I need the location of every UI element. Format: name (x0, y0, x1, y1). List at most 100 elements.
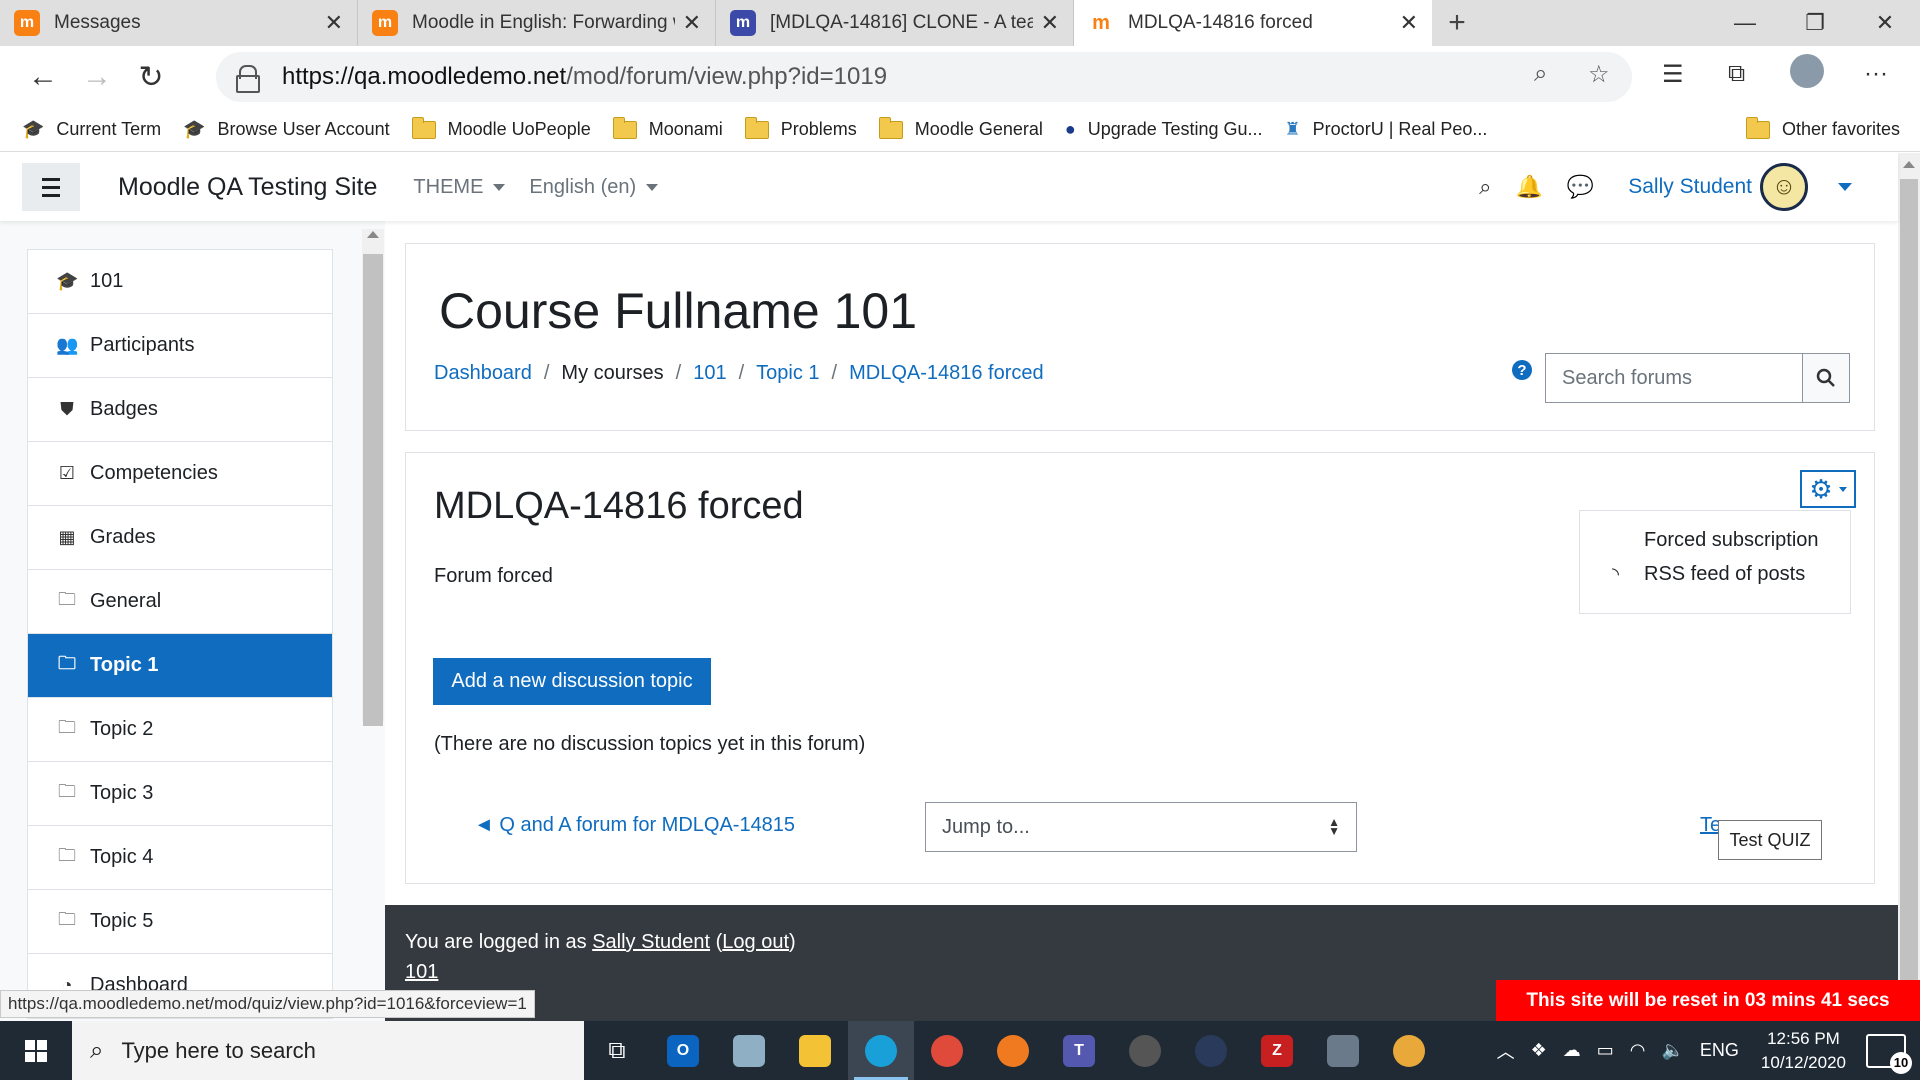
fav-moodle-general[interactable]: Moodle General (878, 116, 1043, 140)
notifications-icon[interactable]: 10 (1866, 1033, 1912, 1074)
bell-icon[interactable]: 🔔 (1515, 174, 1542, 200)
wifi-icon[interactable]: ◠ (1630, 1040, 1646, 1061)
fav-problems[interactable]: Problems (744, 116, 857, 140)
menu-rss-feed[interactable]: ◝ RSS feed of posts (1612, 563, 1805, 586)
minimize-icon[interactable]: — (1710, 0, 1780, 46)
drawer-item-grades[interactable]: ▦ Grades (28, 506, 332, 570)
taskbar-search[interactable]: ⌕ Type here to search (72, 1021, 584, 1080)
profile-avatar[interactable] (1790, 54, 1824, 88)
media-app-icon[interactable] (1112, 1021, 1178, 1080)
url-field[interactable]: https://qa.moodledemo.net/mod/forum/view… (216, 52, 1632, 102)
language-menu[interactable]: English (en) (529, 176, 659, 199)
close-window-icon[interactable]: ✕ (1850, 0, 1920, 46)
dropbox-icon[interactable]: ❖ (1531, 1040, 1547, 1061)
scroll-up-icon[interactable] (367, 231, 379, 238)
fav-other-favorites[interactable]: Other favorites (1745, 116, 1900, 140)
moodle-navbar: Moodle QA Testing Site THEME English (en… (0, 153, 1898, 221)
site-name[interactable]: Moodle QA Testing Site (118, 173, 377, 202)
battery-icon[interactable]: ▭ (1597, 1040, 1614, 1061)
outlook-icon[interactable]: O (650, 1021, 716, 1080)
tab-mdlqa-clone[interactable]: m [MDLQA-14816] CLONE - A teach ✕ (716, 0, 1074, 46)
fav-browse-user-account[interactable]: 🎓 Browse User Account (183, 119, 390, 140)
drawer-item-badges[interactable]: ⛊ Badges (28, 378, 332, 442)
restore-icon[interactable]: ❐ (1780, 0, 1850, 46)
breadcrumb-dashboard[interactable]: Dashboard (434, 362, 532, 385)
tab-moodle-in-english[interactable]: m Moodle in English: Forwarding w ✕ (358, 0, 716, 46)
paint-app-icon[interactable] (1376, 1021, 1442, 1080)
drawer-item-topic-2[interactable]: 🗀 Topic 2 (28, 698, 332, 762)
drawer-scrollbar[interactable] (362, 229, 384, 726)
jump-to-select[interactable]: Jump to... ▲ ▼ (925, 802, 1357, 852)
drawer-item-participants[interactable]: 👥 Participants (28, 314, 332, 378)
search-forums-button[interactable] (1802, 353, 1850, 403)
footer-course-link[interactable]: 101 (405, 961, 438, 983)
url-host: https://qa.moodledemo.net (282, 63, 567, 90)
fav-moonami[interactable]: Moonami (612, 116, 723, 140)
fav-proctoru[interactable]: ♜ ProctorU | Real Peo... (1285, 119, 1488, 140)
page-scrollbar[interactable] (1898, 153, 1920, 1021)
forum-actions-button[interactable]: ⚙ (1800, 470, 1856, 508)
scroll-up-icon[interactable] (1903, 161, 1915, 168)
language-indicator[interactable]: ENG (1700, 1040, 1739, 1061)
task-view-icon[interactable]: ⧉ (584, 1021, 650, 1080)
logout-link[interactable]: Log out (722, 931, 789, 953)
help-icon[interactable]: ? (1512, 360, 1532, 380)
scroll-thumb[interactable] (1900, 179, 1918, 981)
drawer-item-general[interactable]: 🗀 General (28, 570, 332, 634)
search-icon[interactable]: ⌕ (1479, 174, 1491, 200)
drawer-item-topic-3[interactable]: 🗀 Topic 3 (28, 762, 332, 826)
drawer-item-topic-1[interactable]: 🗀 Topic 1 (28, 634, 332, 698)
fav-upgrade-testing[interactable]: ● Upgrade Testing Gu... (1065, 119, 1263, 140)
close-tab-icon[interactable]: ✕ (683, 10, 701, 36)
chevron-up-icon[interactable]: ︿ (1497, 1038, 1515, 1064)
fav-current-term[interactable]: 🎓 Current Term (22, 119, 161, 140)
onedrive-icon[interactable]: ☁ (1563, 1040, 1581, 1061)
zoom-icon[interactable]: ⌕ (1534, 60, 1547, 88)
start-button[interactable] (0, 1021, 72, 1080)
drawer-item-competencies[interactable]: ☑ Competencies (28, 442, 332, 506)
new-tab-icon[interactable]: + (1432, 0, 1482, 46)
add-discussion-button[interactable]: Add a new discussion topic (433, 658, 711, 705)
volume-icon[interactable]: 🔈 (1661, 1040, 1683, 1061)
prev-activity-link[interactable]: ◄ Q and A forum for MDLQA-14815 (474, 814, 795, 837)
teams-icon[interactable]: T (1046, 1021, 1112, 1080)
filezilla-icon[interactable]: Z (1244, 1021, 1310, 1080)
close-tab-icon[interactable]: ✕ (325, 10, 343, 36)
breadcrumb-forum[interactable]: MDLQA-14816 forced (849, 362, 1044, 385)
drawer-item-101[interactable]: 🎓 101 (28, 250, 332, 314)
tools-app-icon[interactable] (1310, 1021, 1376, 1080)
fav-moodle-uopeople[interactable]: Moodle UoPeople (411, 116, 591, 140)
file-explorer-icon[interactable] (782, 1021, 848, 1080)
close-tab-icon[interactable]: ✕ (1041, 10, 1059, 36)
collections-icon[interactable]: ⧉ (1728, 60, 1745, 88)
more-options-icon[interactable]: ··· (1864, 60, 1888, 88)
menu-rss-label: RSS feed of posts (1644, 563, 1806, 585)
clock[interactable]: 12:56 PM 10/12/2020 (1761, 1027, 1846, 1075)
drawer-toggle-button[interactable] (22, 163, 80, 211)
search-forums-input[interactable]: Search forums (1545, 353, 1803, 403)
user-menu-name[interactable]: Sally Student (1628, 175, 1752, 199)
vpn-app-icon[interactable] (1178, 1021, 1244, 1080)
footer-user-link[interactable]: Sally Student (592, 931, 710, 953)
theme-menu[interactable]: THEME (413, 176, 506, 199)
refresh-icon[interactable]: ↻ (124, 52, 178, 102)
back-icon[interactable]: ← (16, 52, 70, 102)
breadcrumb-course[interactable]: 101 (693, 362, 726, 385)
notes-app-icon[interactable] (716, 1021, 782, 1080)
tab-mdlqa-forced[interactable]: m MDLQA-14816 forced ✕ (1074, 0, 1432, 46)
firefox-icon[interactable] (980, 1021, 1046, 1080)
chat-icon[interactable]: 💬 (1567, 174, 1594, 200)
chrome-icon[interactable] (914, 1021, 980, 1080)
favorites-list-icon[interactable]: ☰ (1662, 60, 1684, 89)
close-tab-icon[interactable]: ✕ (1400, 10, 1418, 36)
edge-icon[interactable] (848, 1021, 914, 1080)
tab-messages[interactable]: m Messages ✕ (0, 0, 358, 46)
avatar[interactable]: ☺ (1760, 163, 1808, 211)
user-menu-caret-icon[interactable] (1838, 183, 1852, 191)
breadcrumb-topic[interactable]: Topic 1 (756, 362, 819, 385)
drawer-item-topic-5[interactable]: 🗀 Topic 5 (28, 890, 332, 954)
drawer-item-topic-4[interactable]: 🗀 Topic 4 (28, 826, 332, 890)
scroll-thumb[interactable] (363, 254, 383, 726)
folder-icon (411, 116, 436, 139)
favorite-star-icon[interactable]: ☆ (1588, 60, 1610, 89)
